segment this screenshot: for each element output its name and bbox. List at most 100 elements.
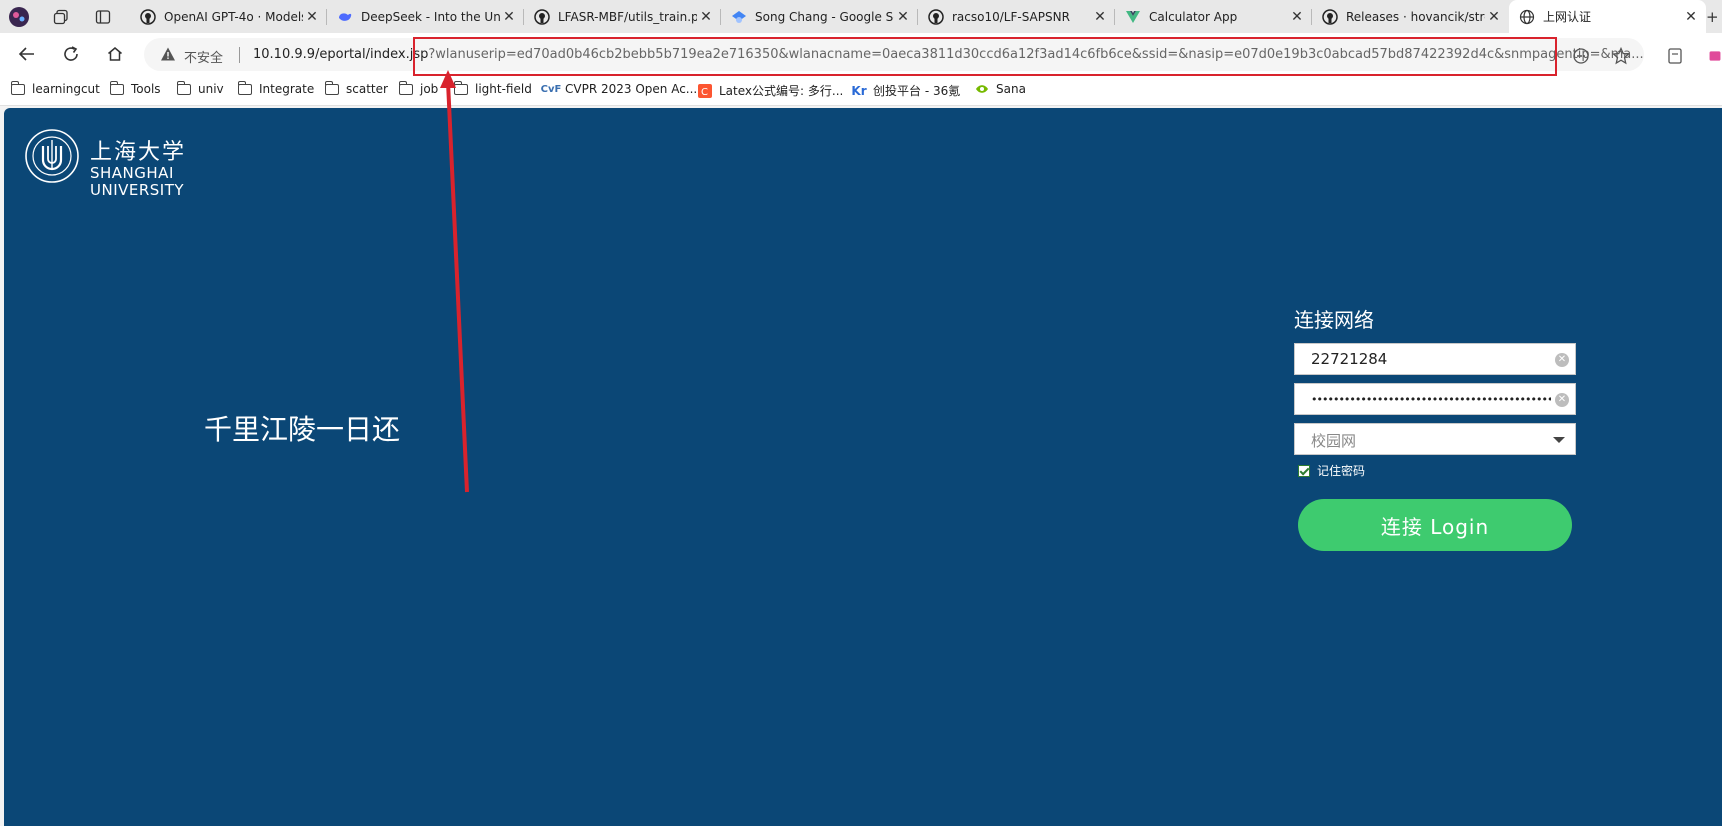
- bookmark-label: Integrate: [259, 82, 315, 96]
- folder-icon: [237, 80, 253, 96]
- bookmark-label: job: [420, 82, 439, 96]
- bookmark-integrate[interactable]: Integrate: [237, 80, 315, 96]
- remember-password[interactable]: 记住密码: [1298, 462, 1584, 479]
- bookmark-label: learningcut: [32, 82, 100, 96]
- address-divider: [239, 47, 240, 63]
- github-icon: [140, 8, 156, 25]
- insecure-label[interactable]: 不安全: [184, 47, 223, 66]
- tab-lf-sapsnr[interactable]: racso10/LF-SAPSNR ✕: [918, 0, 1115, 33]
- reading-mode-icon[interactable]: [1570, 45, 1592, 67]
- close-tab-icon[interactable]: ✕: [697, 9, 715, 25]
- bookmark-learningcut[interactable]: learningcut: [10, 80, 100, 96]
- new-tab-icon[interactable]: +: [1706, 6, 1722, 28]
- dropdown-caret-icon[interactable]: [1553, 437, 1565, 443]
- tab-releases-stretchly[interactable]: Releases · hovancik/stretc ✕: [1312, 0, 1509, 33]
- tab-title: Releases · hovancik/stretc: [1346, 9, 1485, 24]
- bookmark-label: 创投平台 - 36氪: [873, 84, 961, 98]
- github-icon: [1322, 8, 1338, 25]
- password-value: ••••••••••••••••••••••••••••••••••••••••…: [1311, 393, 1551, 406]
- university-seal-icon: [25, 129, 79, 183]
- network-select[interactable]: 校园网: [1294, 423, 1576, 455]
- bookmark-tools[interactable]: Tools: [109, 80, 161, 96]
- tab-title: LFASR-MBF/utils_train.py: [558, 9, 697, 24]
- bookmark-job[interactable]: job: [398, 80, 439, 96]
- favorite-star-icon[interactable]: [1610, 45, 1632, 67]
- warning-icon[interactable]: [160, 46, 176, 62]
- tab-title: Calculator App: [1149, 9, 1238, 24]
- nvidia-icon: [974, 82, 990, 96]
- slogan-text: 千里江陵一日还: [204, 413, 401, 446]
- tab-title: Song Chang - Google Scho: [755, 9, 894, 24]
- tab-title: OpenAI GPT-4o · Models: [164, 9, 303, 24]
- close-tab-icon[interactable]: ✕: [1091, 9, 1109, 25]
- bookmark-scatter[interactable]: scatter: [324, 80, 388, 96]
- url-host: 10.10.9.9/eportal/index.jsp: [253, 47, 429, 62]
- cvf-icon: CvF: [540, 83, 562, 95]
- tab-deepseek[interactable]: DeepSeek - Into the Unkno ✕: [327, 0, 524, 33]
- bookmark-label: Sana: [996, 82, 1026, 96]
- bookmark-label: CVPR 2023 Open Ac...: [565, 82, 698, 96]
- reload-icon[interactable]: [58, 41, 84, 67]
- folder-icon: [324, 80, 340, 96]
- github-icon: [534, 8, 550, 25]
- bookmark-light-field[interactable]: light-field: [453, 80, 532, 96]
- bookmark-36kr[interactable]: Kr 创投平台 - 36氪: [851, 82, 960, 99]
- bookmark-label: Tools: [131, 82, 161, 96]
- folder-icon: [109, 80, 125, 96]
- home-icon[interactable]: [102, 41, 128, 67]
- university-logo: 上海大学 SHANGHAI UNIVERSITY: [24, 128, 194, 208]
- svg-text:C: C: [701, 87, 708, 98]
- tab-title: racso10/LF-SAPSNR: [952, 9, 1070, 24]
- workspaces-icon[interactable]: [50, 6, 72, 28]
- remember-checkbox[interactable]: [1298, 464, 1310, 477]
- bookmark-latex[interactable]: C Latex公式编号: 多行...: [697, 82, 843, 99]
- password-field[interactable]: ••••••••••••••••••••••••••••••••••••••••…: [1294, 383, 1576, 415]
- csdn-icon: C: [697, 83, 713, 98]
- close-tab-icon[interactable]: ✕: [303, 9, 321, 25]
- bookmark-label: scatter: [346, 82, 388, 96]
- collections-icon[interactable]: [1664, 45, 1686, 67]
- bookmark-cvpr-2023[interactable]: CvF CVPR 2023 Open Ac...: [540, 82, 698, 96]
- logo-english-line1: SHANGHAI: [90, 164, 174, 182]
- login-title: 连接网络: [1294, 308, 1374, 332]
- profile-avatar-icon[interactable]: [8, 6, 30, 28]
- vue-icon: [1125, 9, 1141, 25]
- url-highlight-box: [413, 37, 1557, 76]
- bookmarks-bar: learningcut Tools univ Integrate scatter…: [0, 75, 1722, 106]
- tab-network-auth[interactable]: 上网认证 ✕: [1509, 0, 1706, 33]
- username-field[interactable]: 22721284 ✕: [1294, 343, 1576, 375]
- bookmark-sana[interactable]: Sana: [974, 82, 1026, 96]
- tab-calculator-app[interactable]: Calculator App ✕: [1115, 0, 1312, 33]
- network-select-value: 校园网: [1311, 432, 1357, 450]
- folder-icon: [176, 80, 192, 96]
- back-icon[interactable]: [14, 41, 40, 67]
- bookmark-label: univ: [198, 82, 224, 96]
- login-button[interactable]: 连接 Login: [1298, 499, 1572, 551]
- folder-icon: [398, 80, 414, 96]
- vertical-tabs-icon[interactable]: [92, 6, 114, 28]
- close-tab-icon[interactable]: ✕: [500, 9, 518, 25]
- bookmark-label: light-field: [475, 82, 532, 96]
- close-tab-icon[interactable]: ✕: [894, 9, 912, 25]
- folder-icon: [453, 80, 469, 96]
- username-value: 22721284: [1311, 350, 1388, 368]
- tab-google-scholar[interactable]: Song Chang - Google Scho ✕: [721, 0, 918, 33]
- tab-openai-gpt4o[interactable]: OpenAI GPT-4o · Models ✕: [130, 0, 327, 33]
- extensions-icon[interactable]: [1708, 45, 1722, 67]
- close-tab-icon[interactable]: ✕: [1682, 9, 1700, 25]
- scholar-icon: [731, 9, 747, 25]
- github-icon: [928, 8, 944, 25]
- clear-username-icon[interactable]: ✕: [1555, 353, 1569, 367]
- close-tab-icon[interactable]: ✕: [1288, 9, 1306, 25]
- bookmark-label: Latex公式编号: 多行...: [719, 84, 844, 98]
- deepseek-icon: [337, 9, 353, 25]
- tab-title: DeepSeek - Into the Unkno: [361, 9, 500, 24]
- clear-password-icon[interactable]: ✕: [1555, 393, 1569, 407]
- globe-icon: [1519, 9, 1535, 25]
- bookmark-univ[interactable]: univ: [176, 80, 224, 96]
- tab-lfasr-utils-train[interactable]: LFASR-MBF/utils_train.py ✕: [524, 0, 721, 33]
- portal-page: 上海大学 SHANGHAI UNIVERSITY 千里江陵一日还 连接网络 22…: [4, 108, 1722, 826]
- close-tab-icon[interactable]: ✕: [1485, 9, 1503, 25]
- folder-icon: [10, 80, 26, 96]
- logo-english-line2: UNIVERSITY: [90, 181, 185, 199]
